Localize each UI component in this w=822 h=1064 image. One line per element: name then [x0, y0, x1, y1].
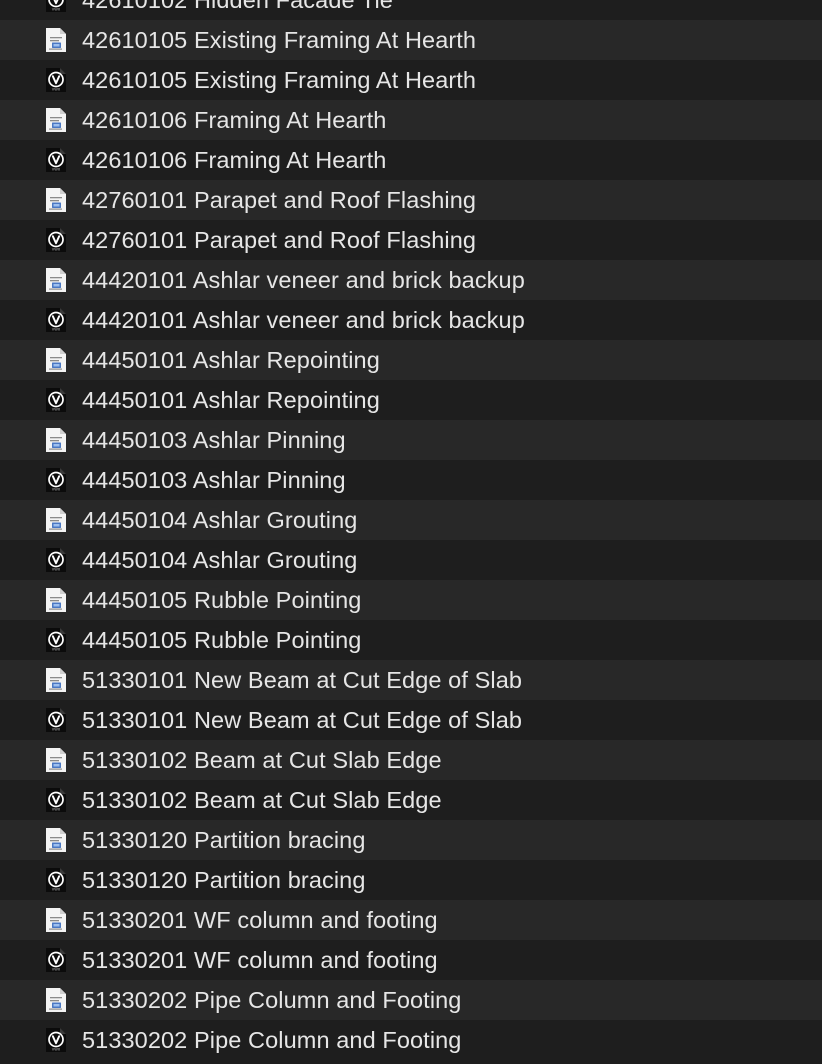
file-name: 51330102 Beam at Cut Slab Edge [82, 787, 442, 813]
document-thumbnail-icon [43, 427, 69, 453]
vectorworks-file-icon: VWX [43, 1027, 69, 1053]
file-name: 51330201 WF column and footing [82, 947, 438, 973]
file-row[interactable]: 44420101 Ashlar veneer and brick backup [0, 260, 822, 300]
svg-text:VWX: VWX [52, 8, 61, 12]
vectorworks-file-icon: VWX [43, 147, 69, 173]
file-row[interactable]: 51330102 Beam at Cut Slab Edge [0, 740, 822, 780]
file-name: 42610105 Existing Framing At Hearth [82, 27, 477, 53]
file-row[interactable]: VWX 51330102 Beam at Cut Slab Edge [0, 780, 822, 820]
file-name: 51330102 Beam at Cut Slab Edge [82, 747, 442, 773]
svg-text:VWX: VWX [52, 488, 61, 492]
document-thumbnail-icon [43, 987, 69, 1013]
file-name: 51330101 New Beam at Cut Edge of Slab [82, 707, 523, 733]
file-name: 44450104 Ashlar Grouting [82, 507, 358, 533]
document-thumbnail-icon [43, 267, 69, 293]
vectorworks-file-icon: VWX [43, 467, 69, 493]
file-row[interactable]: 51330202 Pipe Column and Footing [0, 980, 822, 1020]
file-list: VWX 42610102 Hidden Facade Tie 42610105 … [0, 0, 822, 1060]
file-row[interactable]: 44450105 Rubble Pointing [0, 580, 822, 620]
vectorworks-file-icon: VWX [43, 0, 69, 13]
document-thumbnail-icon [43, 187, 69, 213]
file-name: 51330202 Pipe Column and Footing [82, 1027, 462, 1053]
document-thumbnail-icon [43, 507, 69, 533]
file-row[interactable]: 51330120 Partition bracing [0, 820, 822, 860]
document-thumbnail-icon [43, 347, 69, 373]
file-row[interactable]: VWX 44450104 Ashlar Grouting [0, 540, 822, 580]
document-thumbnail-icon [43, 827, 69, 853]
file-row[interactable]: 42610106 Framing At Hearth [0, 100, 822, 140]
file-name: 44450103 Ashlar Pinning [82, 467, 346, 493]
file-name: 44450105 Rubble Pointing [82, 627, 362, 653]
file-row[interactable]: VWX 42610105 Existing Framing At Hearth [0, 60, 822, 100]
file-row[interactable]: VWX 42610102 Hidden Facade Tie [0, 0, 822, 20]
svg-text:VWX: VWX [52, 728, 61, 732]
file-row[interactable]: 44450104 Ashlar Grouting [0, 500, 822, 540]
svg-text:VWX: VWX [52, 808, 61, 812]
svg-text:VWX: VWX [52, 168, 61, 172]
svg-text:VWX: VWX [52, 408, 61, 412]
vectorworks-file-icon: VWX [43, 707, 69, 733]
file-name: 44450105 Rubble Pointing [82, 587, 362, 613]
vectorworks-file-icon: VWX [43, 787, 69, 813]
file-row[interactable]: VWX 51330101 New Beam at Cut Edge of Sla… [0, 700, 822, 740]
file-row[interactable]: 51330201 WF column and footing [0, 900, 822, 940]
file-name: 51330101 New Beam at Cut Edge of Slab [82, 667, 523, 693]
file-row[interactable]: 44450101 Ashlar Repointing [0, 340, 822, 380]
file-row[interactable]: VWX 44420101 Ashlar veneer and brick bac… [0, 300, 822, 340]
file-name: 44450101 Ashlar Repointing [82, 347, 380, 373]
svg-text:VWX: VWX [52, 88, 61, 92]
file-name: 51330202 Pipe Column and Footing [82, 987, 462, 1013]
vectorworks-file-icon: VWX [43, 947, 69, 973]
document-thumbnail-icon [43, 907, 69, 933]
file-name: 44420101 Ashlar veneer and brick backup [82, 267, 525, 293]
vectorworks-file-icon: VWX [43, 67, 69, 93]
vectorworks-file-icon: VWX [43, 867, 69, 893]
vectorworks-file-icon: VWX [43, 547, 69, 573]
vectorworks-file-icon: VWX [43, 627, 69, 653]
file-name: 42610106 Framing At Hearth [82, 107, 387, 133]
file-name: 44450104 Ashlar Grouting [82, 547, 358, 573]
file-row[interactable]: 51330101 New Beam at Cut Edge of Slab [0, 660, 822, 700]
file-name: 42760101 Parapet and Roof Flashing [82, 227, 477, 253]
file-name: 44420101 Ashlar veneer and brick backup [82, 307, 525, 333]
file-name: 44450103 Ashlar Pinning [82, 427, 346, 453]
document-thumbnail-icon [43, 27, 69, 53]
file-row[interactable]: VWX 42760101 Parapet and Roof Flashing [0, 220, 822, 260]
document-thumbnail-icon [43, 667, 69, 693]
document-thumbnail-icon [43, 747, 69, 773]
file-name: 44450101 Ashlar Repointing [82, 387, 380, 413]
vectorworks-file-icon: VWX [43, 387, 69, 413]
file-name: 42610106 Framing At Hearth [82, 147, 387, 173]
file-row[interactable]: VWX 44450105 Rubble Pointing [0, 620, 822, 660]
document-thumbnail-icon [43, 587, 69, 613]
document-thumbnail-icon [43, 107, 69, 133]
file-row[interactable]: 42760101 Parapet and Roof Flashing [0, 180, 822, 220]
svg-text:VWX: VWX [52, 968, 61, 972]
file-name: 42610102 Hidden Facade Tie [82, 0, 393, 13]
file-row[interactable]: VWX 42610106 Framing At Hearth [0, 140, 822, 180]
svg-text:VWX: VWX [52, 888, 61, 892]
file-name: 42760101 Parapet and Roof Flashing [82, 187, 477, 213]
svg-text:VWX: VWX [52, 248, 61, 252]
file-name: 51330120 Partition bracing [82, 827, 366, 853]
file-row[interactable]: VWX 44450101 Ashlar Repointing [0, 380, 822, 420]
file-row[interactable]: 42610105 Existing Framing At Hearth [0, 20, 822, 60]
svg-text:VWX: VWX [52, 568, 61, 572]
file-name: 42610105 Existing Framing At Hearth [82, 67, 477, 93]
file-name: 51330201 WF column and footing [82, 907, 438, 933]
file-row[interactable]: 44450103 Ashlar Pinning [0, 420, 822, 460]
file-row[interactable]: VWX 51330120 Partition bracing [0, 860, 822, 900]
file-name: 51330120 Partition bracing [82, 867, 366, 893]
svg-text:VWX: VWX [52, 648, 61, 652]
svg-text:VWX: VWX [52, 1048, 61, 1052]
vectorworks-file-icon: VWX [43, 227, 69, 253]
svg-text:VWX: VWX [52, 328, 61, 332]
vectorworks-file-icon: VWX [43, 307, 69, 333]
file-row[interactable]: VWX 44450103 Ashlar Pinning [0, 460, 822, 500]
file-row[interactable]: VWX 51330202 Pipe Column and Footing [0, 1020, 822, 1060]
file-row[interactable]: VWX 51330201 WF column and footing [0, 940, 822, 980]
